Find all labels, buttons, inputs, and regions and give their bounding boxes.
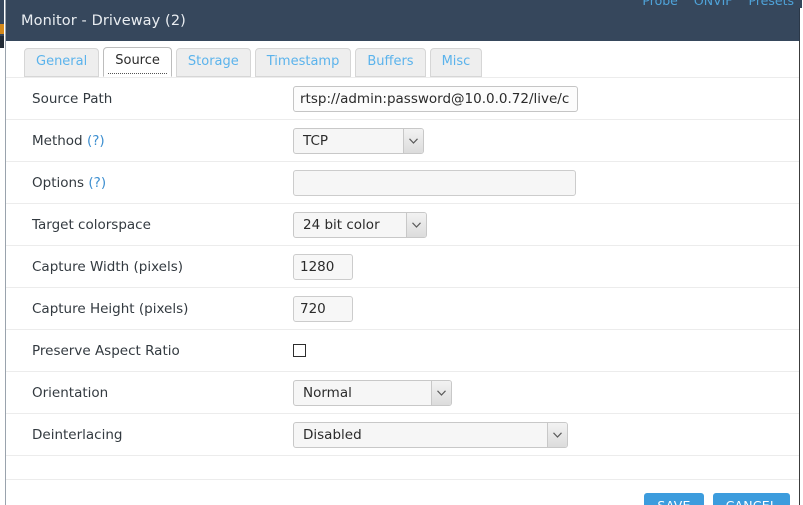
tab-timestamp-label: Timestamp — [266, 54, 340, 69]
page-title: Monitor - Driveway (2) — [21, 13, 186, 29]
tab-focus-indicator — [108, 73, 167, 75]
label-options-text: Options — [32, 174, 85, 191]
tab-misc[interactable]: Misc — [429, 48, 483, 78]
tab-source[interactable]: Source — [103, 47, 172, 78]
chevron-down-icon — [431, 380, 451, 405]
tab-general-label: General — [36, 54, 88, 69]
source-path-input[interactable] — [293, 85, 578, 112]
form-row-method: Method (?) TCP — [5, 120, 799, 162]
footer-divider — [5, 479, 799, 480]
dialog-header: Monitor - Driveway (2) — [5, 8, 800, 41]
orientation-select[interactable]: Normal — [293, 379, 452, 406]
form-row-source-path: Source Path — [5, 77, 799, 120]
form-row-deinterlacing: Deinterlacing Disabled — [5, 414, 799, 456]
label-target-colorspace: Target colorspace — [32, 216, 151, 233]
monitor-source-dialog: Probe ONVIF Presets Monitor - Driveway (… — [0, 0, 803, 505]
label-method: Method (?) — [5, 133, 293, 149]
form-row-orientation: Orientation Normal — [5, 372, 799, 414]
tab-bar: General Source Storage Timestamp Buffers… — [24, 47, 483, 78]
orientation-select-value: Normal — [303, 384, 352, 401]
capture-width-input[interactable] — [293, 253, 353, 280]
source-settings-form: Source Path Method (?) TCP — [5, 77, 799, 456]
cancel-button[interactable]: CANCEL — [712, 493, 790, 505]
method-help-icon[interactable]: (?) — [87, 133, 105, 149]
tab-buffers[interactable]: Buffers — [355, 48, 426, 78]
chevron-down-icon — [406, 212, 426, 237]
page-edge-dark-segment — [0, 36, 4, 48]
deinterlacing-select-value: Disabled — [303, 426, 362, 443]
tab-timestamp[interactable]: Timestamp — [254, 48, 352, 78]
label-capture-height: Capture Height (pixels) — [32, 300, 189, 317]
deinterlacing-select[interactable]: Disabled — [293, 421, 568, 448]
dialog-footer: SAVE CANCEL — [644, 493, 790, 505]
nav-link-onvif[interactable]: ONVIF — [694, 0, 733, 8]
form-row-preserve-aspect-ratio: Preserve Aspect Ratio — [5, 330, 799, 372]
page-edge-accent-segment — [0, 24, 4, 34]
form-row-options: Options (?) — [5, 162, 799, 204]
capture-height-input[interactable] — [293, 295, 353, 322]
label-preserve-aspect-ratio: Preserve Aspect Ratio — [32, 342, 180, 359]
preserve-aspect-ratio-checkbox[interactable] — [293, 344, 306, 357]
target-colorspace-value: 24 bit color — [303, 216, 380, 233]
nav-link-presets[interactable]: Presets — [749, 0, 795, 8]
nav-link-probe[interactable]: Probe — [642, 0, 677, 8]
method-select-value: TCP — [303, 132, 329, 149]
label-capture-width: Capture Width (pixels) — [32, 258, 183, 275]
page-left-edge — [0, 0, 6, 505]
options-help-icon[interactable]: (?) — [88, 175, 106, 191]
method-select[interactable]: TCP — [293, 127, 424, 154]
form-row-target-colorspace: Target colorspace 24 bit color — [5, 204, 799, 246]
label-source-path: Source Path — [32, 90, 113, 107]
tab-buffers-label: Buffers — [367, 54, 414, 69]
tab-storage[interactable]: Storage — [175, 48, 251, 78]
target-colorspace-select[interactable]: 24 bit color — [293, 211, 427, 238]
label-options: Options (?) — [5, 175, 293, 191]
options-input[interactable] — [293, 169, 576, 196]
form-row-capture-height: Capture Height (pixels) — [5, 288, 799, 330]
top-nav-bar: Probe ONVIF Presets — [5, 0, 802, 8]
top-nav-links: Probe ONVIF Presets — [642, 0, 794, 8]
tab-storage-label: Storage — [187, 54, 239, 69]
tab-misc-label: Misc — [441, 54, 471, 69]
label-orientation: Orientation — [32, 384, 109, 401]
label-method-text: Method — [32, 132, 83, 149]
tab-source-label: Source — [115, 53, 160, 68]
tab-general[interactable]: General — [24, 48, 100, 78]
chevron-down-icon — [403, 128, 423, 153]
label-deinterlacing: Deinterlacing — [32, 426, 123, 443]
form-row-capture-width: Capture Width (pixels) — [5, 246, 799, 288]
save-button[interactable]: SAVE — [644, 493, 704, 505]
dialog-body: General Source Storage Timestamp Buffers… — [5, 41, 800, 505]
chevron-down-icon — [547, 422, 567, 447]
